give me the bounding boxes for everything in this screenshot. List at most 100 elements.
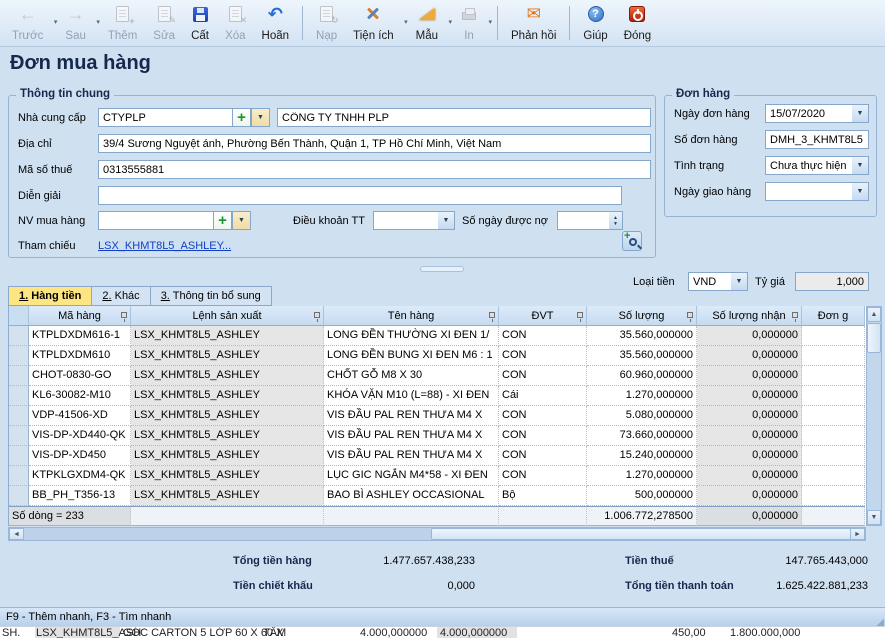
table-row[interactable]: KTPLDXDM610LSX_KHMT8L5_ASHLEYLONG ĐỀN BU… bbox=[9, 346, 866, 366]
reference-more-link[interactable]: ... bbox=[222, 240, 231, 252]
row-indicator[interactable] bbox=[9, 366, 29, 386]
toolbar-button-feedback[interactable]: Phản hồi bbox=[503, 2, 564, 44]
table-cell[interactable]: 500,000000 bbox=[587, 486, 697, 506]
horizontal-scrollbar[interactable]: ◄ ► bbox=[8, 527, 866, 541]
row-indicator[interactable] bbox=[9, 486, 29, 506]
row-indicator[interactable] bbox=[9, 426, 29, 446]
table-cell[interactable]: LSX_KHMT8L5_ASHLEY bbox=[131, 326, 324, 346]
tab-3[interactable]: 3. Thông tin bổ sung bbox=[150, 286, 272, 306]
table-cell[interactable]: 60.960,000000 bbox=[587, 366, 697, 386]
toolbar-button-undo[interactable]: Hoãn bbox=[254, 2, 298, 44]
delivery-date-input[interactable] bbox=[765, 182, 853, 201]
table-cell[interactable]: 0,000000 bbox=[697, 406, 802, 426]
supplier-add-button[interactable]: + bbox=[232, 108, 251, 127]
table-cell[interactable]: 73.660,000000 bbox=[587, 426, 697, 446]
table-cell[interactable]: LSX_KHMT8L5_ASHLEY bbox=[131, 426, 324, 446]
table-cell[interactable]: VIS-DP-XD440-QK bbox=[29, 426, 131, 446]
vertical-scrollbar[interactable]: ▲ ▼ bbox=[866, 306, 882, 526]
table-row[interactable]: KTPLDXDM616-1LSX_KHMT8L5_ASHLEYLONG ĐỀN … bbox=[9, 326, 866, 346]
table-cell[interactable]: VIS ĐẦU PAL REN THƯA M4 X bbox=[324, 426, 499, 446]
row-indicator[interactable] bbox=[9, 466, 29, 486]
order-date-dropdown-button[interactable]: ▼ bbox=[852, 104, 869, 123]
lookup-add-button[interactable]: + bbox=[622, 231, 642, 251]
table-cell[interactable]: LONG ĐỀN BUNG XI ĐEN M6 : 1 bbox=[324, 346, 499, 366]
table-cell[interactable]: 0,000000 bbox=[697, 466, 802, 486]
currency-dropdown-button[interactable]: ▼ bbox=[731, 272, 748, 291]
table-cell[interactable] bbox=[802, 486, 865, 506]
table-cell[interactable]: CON bbox=[499, 326, 587, 346]
column-header-7[interactable]: Đơn g bbox=[802, 306, 865, 326]
table-cell[interactable] bbox=[802, 426, 865, 446]
table-cell[interactable]: KTPLDXDM610 bbox=[29, 346, 131, 366]
tax-code-input[interactable] bbox=[98, 160, 651, 179]
scroll-down-icon[interactable]: ▼ bbox=[867, 510, 881, 525]
payment-term-input[interactable] bbox=[373, 211, 439, 230]
table-cell[interactable]: LSX_KHMT8L5_ASHLEY bbox=[131, 406, 324, 426]
table-cell[interactable]: 0,000000 bbox=[697, 366, 802, 386]
table-cell[interactable]: 35.560,000000 bbox=[587, 326, 697, 346]
table-cell[interactable]: LSX_KHMT8L5_ASHLEY bbox=[131, 486, 324, 506]
column-header-4[interactable]: ĐVT bbox=[499, 306, 587, 326]
table-cell[interactable]: LỤC GIC NGẮN M4*58 - XI ĐEN bbox=[324, 466, 499, 486]
table-cell[interactable]: KHÓA VẶN M10 (L=88) - XI ĐEN bbox=[324, 386, 499, 406]
table-cell[interactable]: 15.240,000000 bbox=[587, 446, 697, 466]
table-row[interactable]: CHOT-0830-GOLSX_KHMT8L5_ASHLEYCHỐT GỖ M8… bbox=[9, 366, 866, 386]
table-cell[interactable]: VIS ĐẦU PAL REN THƯA M4 X bbox=[324, 446, 499, 466]
pin-icon[interactable] bbox=[687, 312, 693, 318]
table-cell[interactable] bbox=[802, 406, 865, 426]
table-cell[interactable]: CON bbox=[499, 406, 587, 426]
table-row[interactable]: VIS-DP-XD450LSX_KHMT8L5_ASHLEYVIS ĐẦU PA… bbox=[9, 446, 866, 466]
table-cell[interactable]: VIS-DP-XD450 bbox=[29, 446, 131, 466]
delivery-date-dropdown-button[interactable]: ▼ bbox=[852, 182, 869, 201]
debt-days-spinner[interactable]: ▲▼ bbox=[609, 211, 623, 230]
table-cell[interactable]: LSX_KHMT8L5_ASHLEY bbox=[131, 346, 324, 366]
column-header-6[interactable]: Số lượng nhận bbox=[697, 306, 802, 326]
tab-2[interactable]: 2. Khác bbox=[91, 286, 149, 306]
row-indicator[interactable] bbox=[9, 406, 29, 426]
table-row[interactable]: VDP-41506-XDLSX_KHMT8L5_ASHLEYVIS ĐẦU PA… bbox=[9, 406, 866, 426]
horizontal-scrollbar-thumb[interactable] bbox=[431, 528, 851, 540]
buyer-input[interactable] bbox=[98, 211, 214, 230]
toolbar-button-template[interactable]: Mẫu▾ bbox=[408, 2, 452, 44]
pin-icon[interactable] bbox=[314, 312, 320, 318]
table-cell[interactable]: 0,000000 bbox=[697, 446, 802, 466]
pin-icon[interactable] bbox=[489, 312, 495, 318]
table-cell[interactable] bbox=[802, 326, 865, 346]
table-cell[interactable]: 0,000000 bbox=[697, 386, 802, 406]
table-cell[interactable]: 0,000000 bbox=[697, 346, 802, 366]
table-cell[interactable]: LSX_KHMT8L5_ASHLEY bbox=[131, 466, 324, 486]
pin-icon[interactable] bbox=[577, 312, 583, 318]
table-cell[interactable]: CON bbox=[499, 446, 587, 466]
supplier-code-input[interactable] bbox=[98, 108, 233, 127]
order-no-input[interactable] bbox=[765, 130, 869, 149]
address-input[interactable] bbox=[98, 134, 651, 153]
buyer-dropdown-button[interactable]: ▼ bbox=[232, 211, 251, 230]
table-cell[interactable]: BAO BÌ ASHLEY OCCASIONAL bbox=[324, 486, 499, 506]
column-header-3[interactable]: Tên hàng bbox=[324, 306, 499, 326]
scroll-up-icon[interactable]: ▲ bbox=[867, 307, 881, 322]
supplier-name-input[interactable] bbox=[277, 108, 651, 127]
table-cell[interactable]: CHỐT GỖ M8 X 30 bbox=[324, 366, 499, 386]
table-cell[interactable]: KTPLDXDM616-1 bbox=[29, 326, 131, 346]
status-dropdown-button[interactable]: ▼ bbox=[852, 156, 869, 175]
reference-link[interactable]: LSX_KHMT8L5_ASHLEY bbox=[98, 240, 224, 252]
table-cell[interactable]: 1.270,000000 bbox=[587, 386, 697, 406]
row-indicator[interactable] bbox=[9, 326, 29, 346]
supplier-dropdown-button[interactable]: ▼ bbox=[251, 108, 270, 127]
splitter-handle[interactable] bbox=[420, 266, 464, 272]
pin-icon[interactable] bbox=[792, 312, 798, 318]
pin-icon[interactable] bbox=[121, 312, 127, 318]
table-cell[interactable]: VDP-41506-XD bbox=[29, 406, 131, 426]
table-cell[interactable]: BB_PH_T356-13 bbox=[29, 486, 131, 506]
column-header-5[interactable]: Số lượng bbox=[587, 306, 697, 326]
table-cell[interactable]: KTPKLGXDM4-QK bbox=[29, 466, 131, 486]
table-cell[interactable]: 0,000000 bbox=[697, 486, 802, 506]
scroll-right-icon[interactable]: ► bbox=[850, 528, 865, 540]
order-date-input[interactable] bbox=[765, 104, 853, 123]
debt-days-input[interactable] bbox=[557, 211, 610, 230]
table-row[interactable]: BB_PH_T356-13LSX_KHMT8L5_ASHLEYBAO BÌ AS… bbox=[9, 486, 866, 506]
table-cell[interactable]: LSX_KHMT8L5_ASHLEY bbox=[131, 366, 324, 386]
table-cell[interactable]: 0,000000 bbox=[697, 426, 802, 446]
toolbar-button-tools[interactable]: Tiện ích▾ bbox=[345, 2, 407, 44]
row-indicator[interactable] bbox=[9, 346, 29, 366]
